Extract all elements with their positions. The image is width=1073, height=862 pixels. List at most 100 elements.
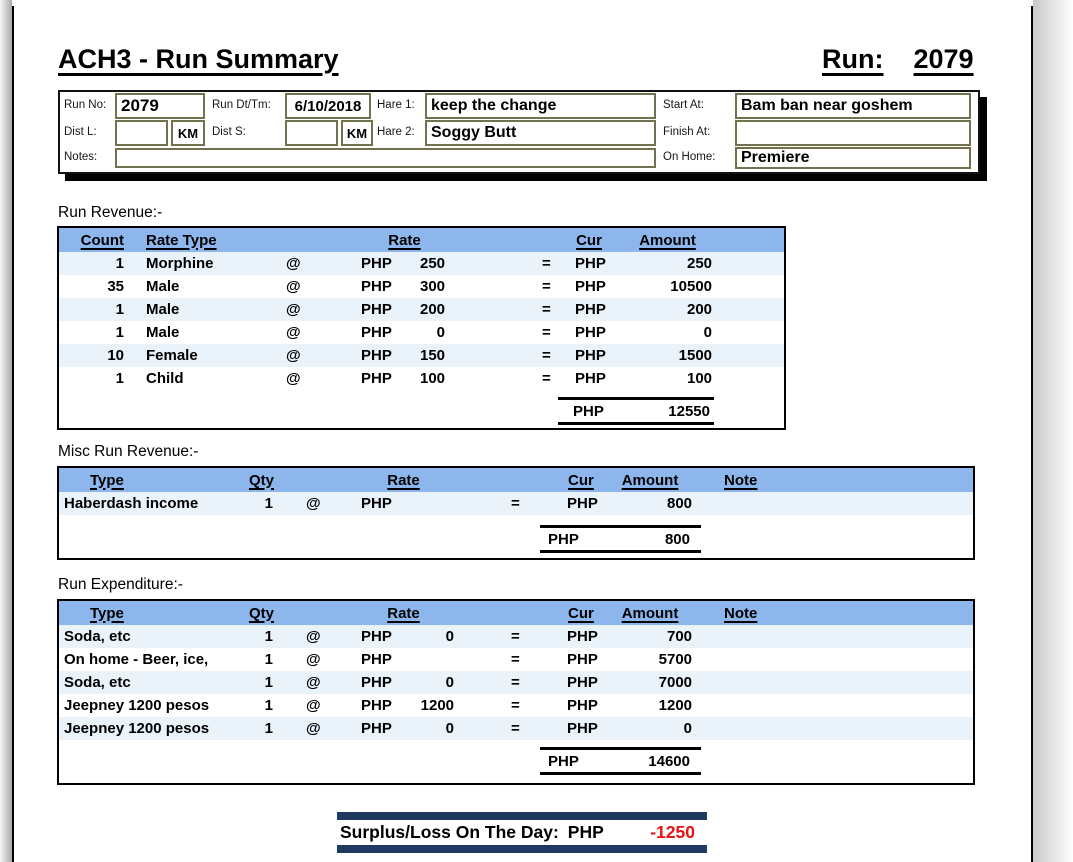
at-symbol: @ (277, 694, 349, 717)
rate-type-cell: Child (127, 367, 279, 390)
cur-cell: PHP (559, 298, 619, 321)
amount-header: Amount (604, 601, 696, 625)
note-cell (696, 492, 973, 515)
note-cell (696, 717, 973, 740)
qty-header: Qty (219, 468, 277, 492)
expenditure-total: PHP 14600 (540, 747, 701, 775)
rate-cell: 0 (404, 625, 458, 648)
rate-header: Rate (360, 228, 449, 252)
type-cell: On home - Beer, ice, (59, 648, 219, 671)
hare1-value: keep the change (431, 97, 556, 115)
total-cur: PHP (548, 531, 579, 548)
finish-at-label: Finish At: (663, 126, 710, 138)
run-no-value: 2079 (121, 96, 159, 116)
rate-type-cell: Female (127, 344, 279, 367)
equals-symbol: = (449, 298, 559, 321)
table-row: 1 Child @ PHP 100 = PHP 100 (59, 367, 784, 390)
table-row: Jeepney 1200 pesos 1 @ PHP 0 = PHP 0 (59, 717, 973, 740)
at-symbol: @ (279, 367, 360, 390)
run-revenue-total: PHP 12550 (558, 397, 714, 425)
qty-cell: 1 (219, 625, 277, 648)
rate-cell: 250 (405, 252, 449, 275)
run-no-field[interactable]: 2079 (115, 93, 205, 119)
run-dt-value: 6/10/2018 (295, 98, 362, 115)
total-cur: PHP (548, 753, 579, 770)
start-at-field[interactable]: Bam ban near goshem (735, 93, 971, 119)
cur-cell: PHP (360, 275, 405, 298)
note-cell (696, 671, 973, 694)
dist-l-unit-text: KM (178, 126, 198, 141)
table-row: 1 Male @ PHP 200 = PHP 200 (59, 298, 784, 321)
rate-cell: 0 (404, 717, 458, 740)
dist-l-field[interactable] (115, 120, 168, 146)
note-header: Note (696, 601, 973, 625)
at-symbol: @ (277, 648, 349, 671)
equals-symbol: = (458, 648, 529, 671)
equals-symbol: = (458, 492, 529, 515)
qty-cell: 1 (219, 671, 277, 694)
table-row: Soda, etc 1 @ PHP 0 = PHP 7000 (59, 671, 973, 694)
at-symbol: @ (279, 344, 360, 367)
at-symbol: @ (277, 625, 349, 648)
equals-symbol: = (458, 694, 529, 717)
expenditure-section-label: Run Expenditure:- (58, 576, 183, 594)
hare1-field[interactable]: keep the change (425, 93, 656, 119)
on-home-value: Premiere (741, 149, 810, 167)
rate-cell: 300 (405, 275, 449, 298)
hare2-field[interactable]: Soggy Butt (425, 120, 656, 146)
surplus-cur: PHP (568, 822, 604, 843)
table-header-row: Type Qty Rate Cur Amount Note (59, 468, 973, 492)
table-header-row: Count Rate Type Rate Cur Amount (59, 228, 784, 252)
count-cell: 1 (59, 252, 127, 275)
qty-cell: 1 (219, 648, 277, 671)
amount-cell: 700 (604, 625, 696, 648)
equals-symbol: = (458, 671, 529, 694)
expenditure-grid: Type Qty Rate Cur Amount Note Soda, etc … (59, 601, 973, 740)
rate-cell (404, 648, 458, 671)
surplus-label: Surplus/Loss On The Day: (340, 822, 559, 843)
on-home-label: On Home: (663, 151, 715, 163)
page-border-left (12, 6, 14, 862)
table-row: Jeepney 1200 pesos 1 @ PHP 1200 = PHP 12… (59, 694, 973, 717)
cur-cell: PHP (559, 275, 619, 298)
run-dt-field[interactable]: 6/10/2018 (285, 93, 371, 119)
amount-header: Amount (619, 228, 716, 252)
start-at-label: Start At: (663, 99, 704, 111)
cur-cell: PHP (360, 321, 405, 344)
cur-cell: PHP (559, 321, 619, 344)
cur-cell: PHP (349, 492, 404, 515)
misc-revenue-table: Type Qty Rate Cur Amount Note Haberdash … (57, 466, 975, 560)
at-symbol: @ (279, 321, 360, 344)
rate-type-cell: Male (127, 298, 279, 321)
type-cell: Soda, etc (59, 625, 219, 648)
run-revenue-section-label: Run Revenue:- (58, 204, 162, 222)
rate-cell: 0 (404, 671, 458, 694)
equals-symbol: = (449, 321, 559, 344)
cur-cell: PHP (559, 252, 619, 275)
at-symbol: @ (279, 275, 360, 298)
type-header: Type (59, 601, 219, 625)
dist-s-field[interactable] (285, 120, 338, 146)
surplus-row: Surplus/Loss On The Day: PHP -1250 (337, 820, 707, 845)
total-amount: 12550 (668, 403, 710, 420)
note-cell (696, 625, 973, 648)
amount-cell: 0 (619, 321, 716, 344)
note-cell (696, 648, 973, 671)
finish-at-field[interactable] (735, 120, 971, 146)
total-amount: 800 (665, 531, 690, 548)
table-row: 1 Morphine @ PHP 250 = PHP 250 (59, 252, 784, 275)
amount-cell: 100 (619, 367, 716, 390)
table-row: Soda, etc 1 @ PHP 0 = PHP 700 (59, 625, 973, 648)
notes-field[interactable] (115, 148, 656, 168)
on-home-field[interactable]: Premiere (735, 147, 971, 169)
rate-cell (404, 492, 458, 515)
expenditure-table: Type Qty Rate Cur Amount Note Soda, etc … (57, 599, 975, 785)
run-number: 2079 (913, 44, 973, 75)
table-row: 35 Male @ PHP 300 = PHP 10500 (59, 275, 784, 298)
at-symbol: @ (277, 492, 349, 515)
type-header: Type (59, 468, 219, 492)
amount-cell: 7000 (604, 671, 696, 694)
type-cell: Haberdash income (59, 492, 219, 515)
cur-cell: PHP (529, 625, 604, 648)
rate-cell: 1200 (404, 694, 458, 717)
